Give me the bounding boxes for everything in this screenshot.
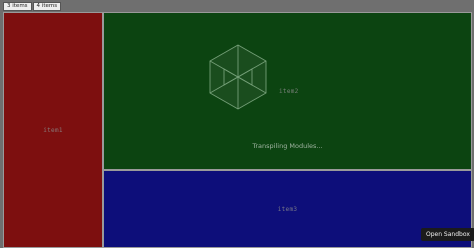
grid-item-3: item3 (103, 170, 472, 248)
loading-status-text: Transpiling Modules... (252, 142, 323, 150)
open-sandbox-button[interactable]: Open Sandbox (421, 228, 474, 241)
tab-4-items[interactable]: 4 items (32, 2, 62, 11)
grid-item-1: item1 (3, 12, 103, 248)
grid-item-2: item2 Transpiling Modules... (103, 12, 472, 170)
tab-3-items[interactable]: 3 items (3, 2, 32, 11)
grid-item-label: item3 (277, 205, 298, 213)
sandbox-preview: 3 items 4 items item1 item2 Transpiling … (0, 0, 474, 248)
item-count-tabs: 3 items 4 items (3, 2, 62, 11)
grid-item-label: item2 (279, 88, 299, 95)
hexagon-cube-icon (209, 44, 267, 110)
grid-item-label: item1 (43, 126, 63, 134)
